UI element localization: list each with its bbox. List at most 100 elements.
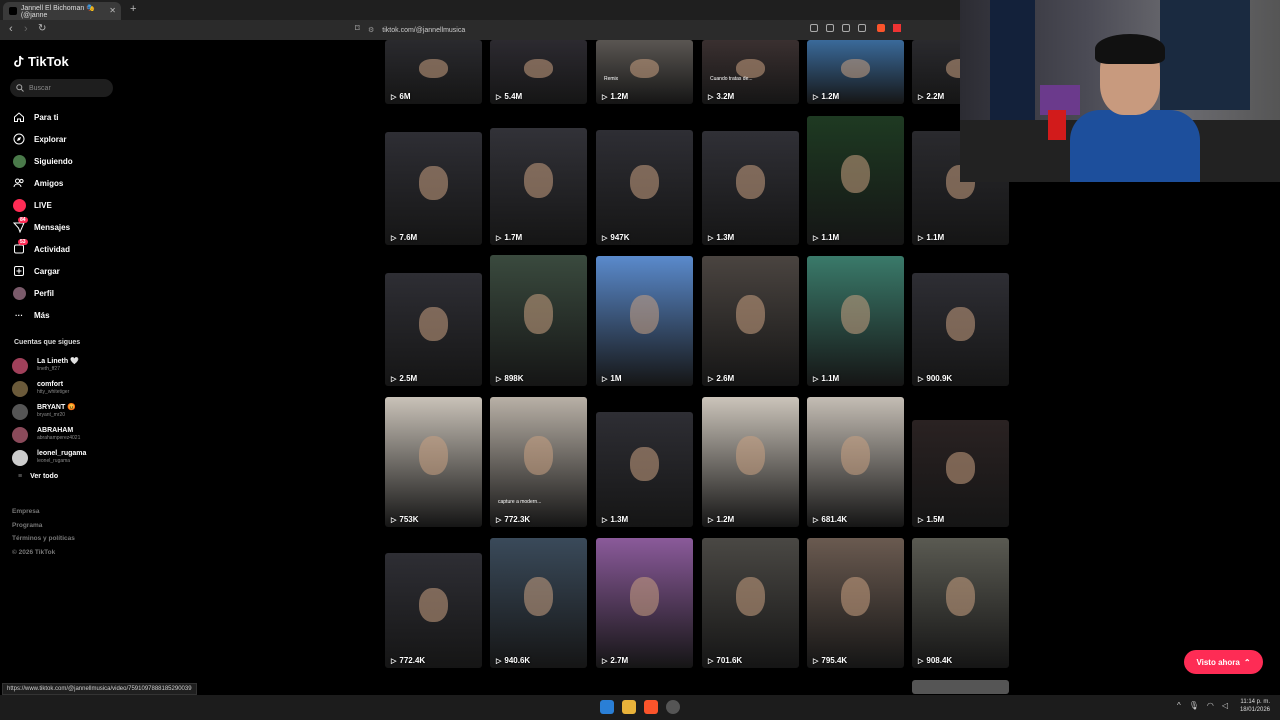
thumbnail-figure: [523, 577, 554, 616]
video-card[interactable]: 908.4K: [912, 538, 1009, 668]
following-title: Cuentas que sigues: [14, 339, 81, 346]
video-card[interactable]: 1.2M: [807, 40, 904, 104]
thumbnail-figure: [945, 577, 976, 616]
video-card[interactable]: 2.5M: [385, 273, 482, 386]
video-view-count: 681.4K: [813, 515, 847, 524]
video-card[interactable]: 947K: [596, 130, 693, 245]
forward-icon[interactable]: ›: [24, 23, 28, 35]
video-view-count: 1.1M: [813, 233, 839, 242]
video-card[interactable]: 772.4K: [385, 553, 482, 668]
thumbnail-figure: [840, 577, 871, 616]
obs-icon[interactable]: [666, 700, 680, 714]
brave-rewards-icon[interactable]: [893, 24, 901, 32]
video-view-count: 1.3M: [602, 515, 628, 524]
video-card[interactable]: 1.1M: [807, 116, 904, 245]
video-view-count: 898K: [496, 374, 523, 383]
nav-item-explorar[interactable]: Explorar: [12, 128, 73, 150]
live-icon: [12, 198, 26, 212]
video-card[interactable]: 1.7M: [490, 128, 587, 245]
file-explorer-icon[interactable]: [622, 700, 636, 714]
nav-item-perfil[interactable]: Perfil: [12, 282, 73, 304]
account-name: BRYANT 😡: [37, 404, 76, 411]
video-view-count: 947K: [602, 233, 629, 242]
video-card[interactable]: 1.3M: [596, 412, 693, 527]
video-card[interactable]: 900.9K: [912, 273, 1009, 386]
footer-link-programa[interactable]: Programa: [12, 519, 75, 533]
video-card[interactable]: 1.5M: [912, 420, 1009, 527]
video-card[interactable]: 2.6M: [702, 256, 799, 386]
visto-ahora-label: Visto ahora: [1196, 657, 1240, 667]
nav-item-mas[interactable]: ··· Más: [12, 304, 73, 326]
nav-item-amigos[interactable]: Amigos: [12, 172, 73, 194]
video-card[interactable]: Cuando tratas de... 3.2M: [702, 40, 799, 104]
nav-item-live[interactable]: LIVE: [12, 194, 73, 216]
video-card[interactable]: 6M: [385, 40, 482, 104]
following-account[interactable]: La Lineth 🤍 lineth_ff27: [12, 354, 86, 377]
extension-icon[interactable]: [810, 24, 818, 32]
clock-date: 18/01/2026: [1239, 707, 1270, 713]
video-view-count: 908.4K: [918, 656, 952, 665]
reload-icon[interactable]: ↻: [38, 23, 46, 34]
search-icon: [16, 84, 24, 92]
thumbnail-figure: [418, 306, 449, 341]
wifi-icon[interactable]: ◠: [1207, 701, 1214, 710]
brave-shield-icon[interactable]: [877, 24, 885, 32]
video-card-partial[interactable]: [912, 680, 1009, 694]
brave-browser-icon[interactable]: [644, 700, 658, 714]
cast-icon[interactable]: [842, 24, 850, 32]
video-view-count: 6M: [391, 92, 410, 101]
nav-item-siguiendo[interactable]: Siguiendo: [12, 150, 73, 172]
thumbnail-figure: [735, 295, 766, 334]
microphone-icon[interactable]: 🎙: [1189, 701, 1199, 710]
video-card[interactable]: 940.6K: [490, 538, 587, 668]
windows-start-icon[interactable]: [600, 700, 614, 714]
nav-label: LIVE: [34, 200, 52, 210]
tiktok-favicon-icon: [9, 7, 17, 15]
nav-item-cargar[interactable]: Cargar: [12, 260, 73, 282]
system-tray: ^ 🎙 ◠ ◁: [1177, 701, 1228, 710]
back-icon[interactable]: ‹: [9, 23, 13, 35]
bookmark-icon[interactable]: ⌑: [355, 23, 360, 34]
translate-icon[interactable]: [826, 24, 834, 32]
video-card[interactable]: 7.6M: [385, 132, 482, 245]
new-tab-icon[interactable]: +: [130, 3, 136, 15]
following-account[interactable]: ABRAHAM abrahamperez4021: [12, 423, 86, 446]
nav-item-para-ti[interactable]: Para ti: [12, 106, 73, 128]
account-handle: htty_whitetiger: [37, 389, 70, 395]
video-card[interactable]: 1.1M: [807, 256, 904, 386]
thumbnail-figure: [735, 165, 766, 200]
video-caption-overlay: capture a modern...: [498, 499, 542, 505]
volume-icon[interactable]: ◁: [1222, 701, 1228, 710]
clock[interactable]: 11:14 p. m. 18/01/2026: [1240, 698, 1270, 714]
footer-link-empresa[interactable]: Empresa: [12, 505, 75, 519]
see-all-link[interactable]: ≡ Ver todo: [18, 473, 58, 480]
visto-ahora-button[interactable]: Visto ahora ⌃: [1184, 650, 1263, 674]
video-card[interactable]: 1.3M: [702, 131, 799, 245]
share-icon[interactable]: [858, 24, 866, 32]
search-input[interactable]: Buscar: [10, 79, 113, 97]
video-card[interactable]: 5.4M: [490, 40, 587, 104]
following-account[interactable]: leonel_rugama leonel_rugama: [12, 446, 86, 469]
video-card[interactable]: 898K: [490, 255, 587, 386]
browser-tab[interactable]: Jannell El Bichoman 🎭 (@janne ✕: [3, 2, 121, 20]
logo-text: TikTok: [28, 54, 69, 69]
video-card[interactable]: 701.6K: [702, 538, 799, 668]
close-tab-icon[interactable]: ✕: [109, 6, 116, 15]
thumbnail-figure: [735, 577, 766, 616]
video-card[interactable]: Remix 1.2M: [596, 40, 693, 104]
following-account[interactable]: comfort htty_whitetiger: [12, 377, 86, 400]
video-card[interactable]: 1M: [596, 256, 693, 386]
following-account[interactable]: BRYANT 😡 bryant_mr20: [12, 400, 86, 423]
nav-item-mensajes[interactable]: 84 Mensajes: [12, 216, 73, 238]
video-card[interactable]: 1.2M: [702, 397, 799, 527]
chevron-up-icon[interactable]: ^: [1177, 701, 1181, 710]
tiktok-logo[interactable]: TikTok: [13, 54, 69, 69]
video-card[interactable]: capture a modern... 772.3K: [490, 397, 587, 527]
video-card[interactable]: 753K: [385, 397, 482, 527]
video-card[interactable]: 2.7M: [596, 538, 693, 668]
friends-icon: [12, 176, 26, 190]
video-card[interactable]: 681.4K: [807, 397, 904, 527]
footer-link-terms[interactable]: Términos y políticas: [12, 532, 75, 546]
nav-item-actividad[interactable]: 53 Actividad: [12, 238, 73, 260]
video-card[interactable]: 795.4K: [807, 538, 904, 668]
